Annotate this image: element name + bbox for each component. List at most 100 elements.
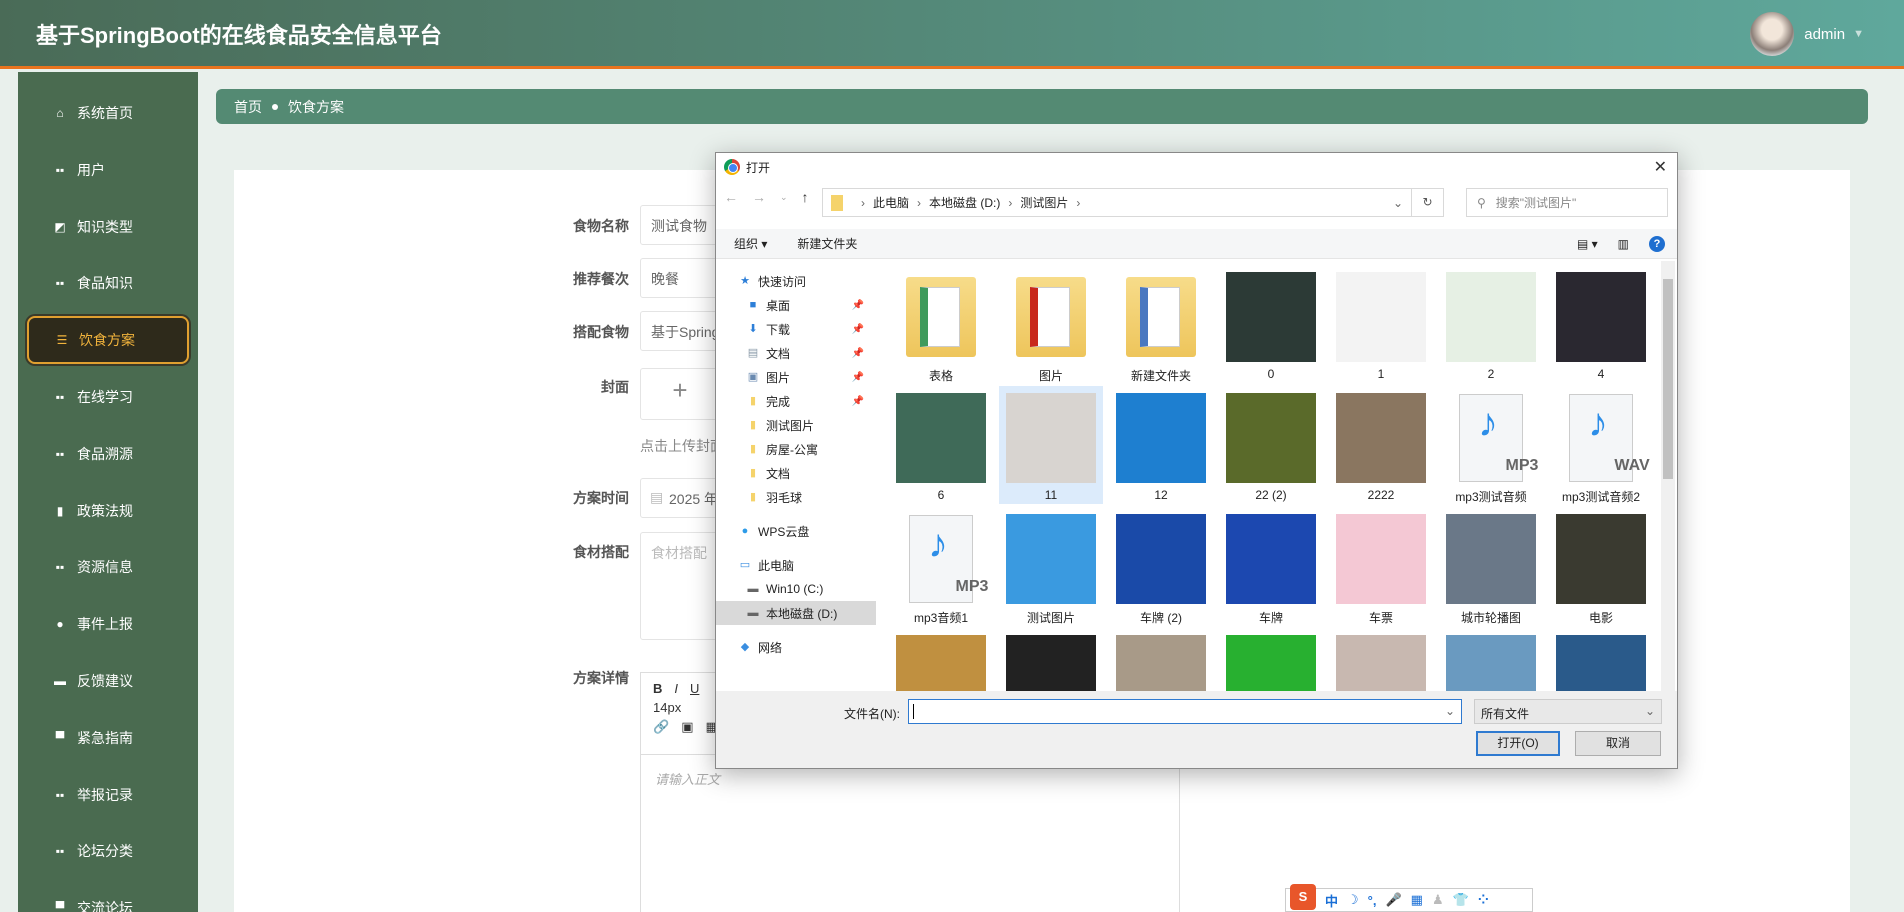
pin-icon[interactable]: 📌 — [852, 300, 864, 311]
pin-icon[interactable]: 📌 — [852, 348, 864, 359]
file-item[interactable]: 车牌 (2) — [1109, 507, 1213, 625]
moon-icon[interactable]: ☽ — [1347, 892, 1359, 908]
apps-icon[interactable]: ⁘ — [1478, 892, 1489, 908]
sidebar-item-2[interactable]: ◩ 知识类型 — [27, 203, 189, 251]
file-item[interactable] — [999, 628, 1103, 691]
keyboard-icon[interactable]: ▦ — [1411, 892, 1423, 908]
sidebar-item-5[interactable]: ▪▪ 在线学习 — [27, 373, 189, 421]
up-arrow-icon[interactable]: ↑ — [802, 189, 809, 205]
nav-item[interactable]: ▤ 文档 📌 — [716, 341, 876, 365]
refresh-icon[interactable]: ↻ — [1411, 189, 1443, 216]
close-icon[interactable]: ✕ — [1654, 157, 1667, 177]
new-folder-button[interactable]: 新建文件夹 — [797, 235, 857, 252]
file-item[interactable]: 表格 — [889, 265, 993, 383]
nav-item[interactable]: ◆ 网络 — [716, 635, 876, 659]
search-input[interactable]: ⚲ 搜索"测试图片" — [1466, 188, 1668, 217]
pin-icon[interactable]: 📌 — [852, 324, 864, 335]
nav-item[interactable]: ▭ 此电脑 — [716, 553, 876, 577]
nav-item[interactable]: ▮ 完成 📌 — [716, 389, 876, 413]
file-item[interactable] — [1329, 628, 1433, 691]
file-item[interactable]: 图片 — [999, 265, 1103, 383]
help-icon[interactable]: ? — [1649, 235, 1665, 252]
sidebar-item-11[interactable]: ▀ 紧急指南 — [27, 714, 189, 762]
bold-button[interactable]: B — [653, 681, 662, 696]
file-item[interactable]: 车票 — [1329, 507, 1433, 625]
scrollbar[interactable] — [1661, 261, 1675, 691]
sidebar-item-1[interactable]: ▪▪ 用户 — [27, 146, 189, 194]
italic-button[interactable]: I — [674, 681, 678, 696]
sidebar-item-9[interactable]: ● 事件上报 — [27, 600, 189, 648]
avatar[interactable] — [1750, 12, 1795, 56]
nav-item[interactable]: ▮ 文档 — [716, 461, 876, 485]
skin-icon[interactable]: 👕 — [1453, 892, 1469, 908]
sidebar-item-10[interactable]: ▬ 反馈建议 — [27, 657, 189, 705]
nav-item[interactable]: ▬ Win10 (C:) — [716, 577, 876, 601]
nav-item[interactable]: ▣ 图片 📌 — [716, 365, 876, 389]
address-bar[interactable]: › 此电脑 › 本地磁盘 (D:) › 测试图片 › ⌄ ↻ — [822, 188, 1444, 217]
view-options-icon[interactable]: ▤ ▾ — [1577, 237, 1598, 251]
file-item[interactable] — [1109, 628, 1213, 691]
file-item[interactable]: 车牌 — [1219, 507, 1323, 625]
ime-mode[interactable]: 中 — [1325, 891, 1338, 910]
chevron-down-icon[interactable]: ⌄ — [1445, 704, 1455, 718]
chevron-down-icon[interactable]: ⌄ — [1393, 196, 1403, 210]
file-item[interactable]: 新建文件夹 — [1109, 265, 1213, 383]
sidebar-item-8[interactable]: ▪▪ 资源信息 — [27, 543, 189, 591]
microphone-icon[interactable]: 🎤 — [1385, 892, 1401, 908]
preview-pane-icon[interactable]: ▥ — [1618, 237, 1629, 251]
sidebar-item-4[interactable]: ☰ 饮食方案 — [27, 316, 189, 365]
file-item[interactable] — [889, 628, 993, 691]
file-item[interactable]: 4 — [1549, 265, 1653, 383]
cancel-button[interactable]: 取消 — [1575, 731, 1661, 756]
sogou-logo-icon[interactable]: S — [1290, 884, 1316, 910]
file-item[interactable]: ♪ WAV mp3测试音频2 — [1549, 386, 1653, 504]
sidebar-item-0[interactable]: ⌂ 系统首页 — [27, 89, 189, 137]
sidebar-item-7[interactable]: ▮ 政策法规 — [27, 487, 189, 535]
recent-chevron-icon[interactable]: ⌄ — [780, 192, 788, 203]
back-arrow-icon[interactable]: ← — [724, 189, 738, 205]
file-item[interactable]: 测试图片 — [999, 507, 1103, 625]
file-item[interactable]: ♪ MP3 mp3音频1 — [889, 507, 993, 625]
scrollbar-thumb[interactable] — [1663, 279, 1673, 479]
sidebar-item-3[interactable]: ▪▪ 食品知识 — [27, 259, 189, 307]
nav-item[interactable]: ▬ 本地磁盘 (D:) — [716, 601, 876, 625]
nav-item[interactable]: ■ 桌面 📌 — [716, 293, 876, 317]
nav-item[interactable]: ▮ 羽毛球 — [716, 485, 876, 509]
nav-item[interactable]: ● WPS云盘 — [716, 519, 876, 543]
file-item[interactable]: 1 — [1329, 265, 1433, 383]
ime-toolbar[interactable]: S 中 ☽ °, 🎤 ▦ ♟ 👕 ⁘ — [1285, 884, 1533, 912]
nav-item[interactable]: ▮ 测试图片 — [716, 413, 876, 437]
file-item[interactable] — [1219, 628, 1323, 691]
link-icon[interactable]: 🔗 — [653, 719, 669, 734]
file-item[interactable]: 22 (2) — [1219, 386, 1323, 504]
nav-item[interactable]: ★ 快速访问 — [716, 269, 876, 293]
file-item[interactable]: 2222 — [1329, 386, 1433, 504]
user-icon[interactable]: ♟ — [1432, 892, 1444, 908]
file-item[interactable] — [1549, 628, 1653, 691]
file-item[interactable]: 城市轮播图 — [1439, 507, 1543, 625]
file-item[interactable]: 0 — [1219, 265, 1323, 383]
nav-item[interactable]: ▮ 房屋-公寓 — [716, 437, 876, 461]
breadcrumb-home[interactable]: 首页 — [234, 97, 262, 117]
file-type-select[interactable]: 所有文件 ⌄ — [1474, 699, 1662, 724]
caret-down-icon[interactable]: ▼ — [1853, 28, 1864, 40]
sidebar-item-6[interactable]: ▪▪ 食品溯源 — [27, 430, 189, 478]
file-item[interactable]: 2 — [1439, 265, 1543, 383]
sidebar-item-12[interactable]: ▪▪ 举报记录 — [27, 771, 189, 819]
sidebar-item-14[interactable]: ▀ 交流论坛 — [27, 884, 189, 912]
file-item[interactable]: ♪ MP3 mp3测试音频 — [1439, 386, 1543, 504]
pin-icon[interactable]: 📌 — [852, 396, 864, 407]
punctuation-icon[interactable]: °, — [1368, 893, 1377, 908]
filename-input[interactable]: ⌄ — [908, 699, 1462, 724]
pin-icon[interactable]: 📌 — [852, 372, 864, 383]
file-item[interactable]: 6 — [889, 386, 993, 504]
user-menu[interactable]: admin ▼ — [1750, 12, 1864, 56]
file-item[interactable]: 12 — [1109, 386, 1213, 504]
organize-button[interactable]: 组织 ▾ — [734, 235, 767, 252]
open-button[interactable]: 打开(O) — [1476, 731, 1560, 756]
sidebar-item-13[interactable]: ▪▪ 论坛分类 — [27, 827, 189, 875]
underline-button[interactable]: U — [690, 681, 699, 696]
file-item[interactable] — [1439, 628, 1543, 691]
nav-item[interactable]: ⬇ 下载 📌 — [716, 317, 876, 341]
file-item[interactable]: 电影 — [1549, 507, 1653, 625]
